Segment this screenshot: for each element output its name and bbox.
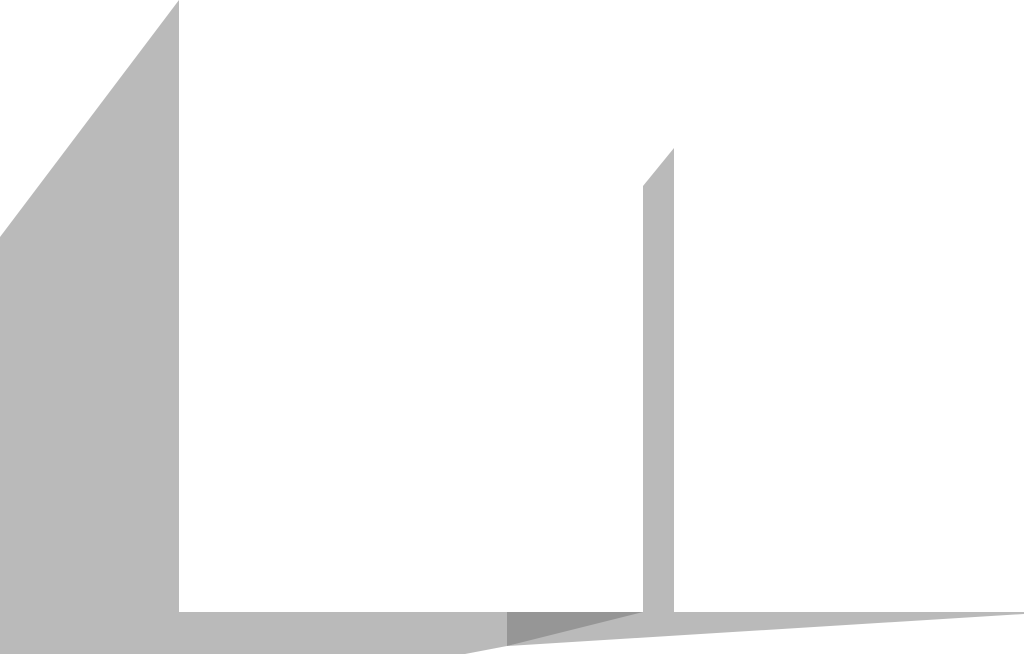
abstract-shadow-canvas: [0, 0, 1024, 654]
vertical-divider-shadow: [643, 148, 674, 612]
